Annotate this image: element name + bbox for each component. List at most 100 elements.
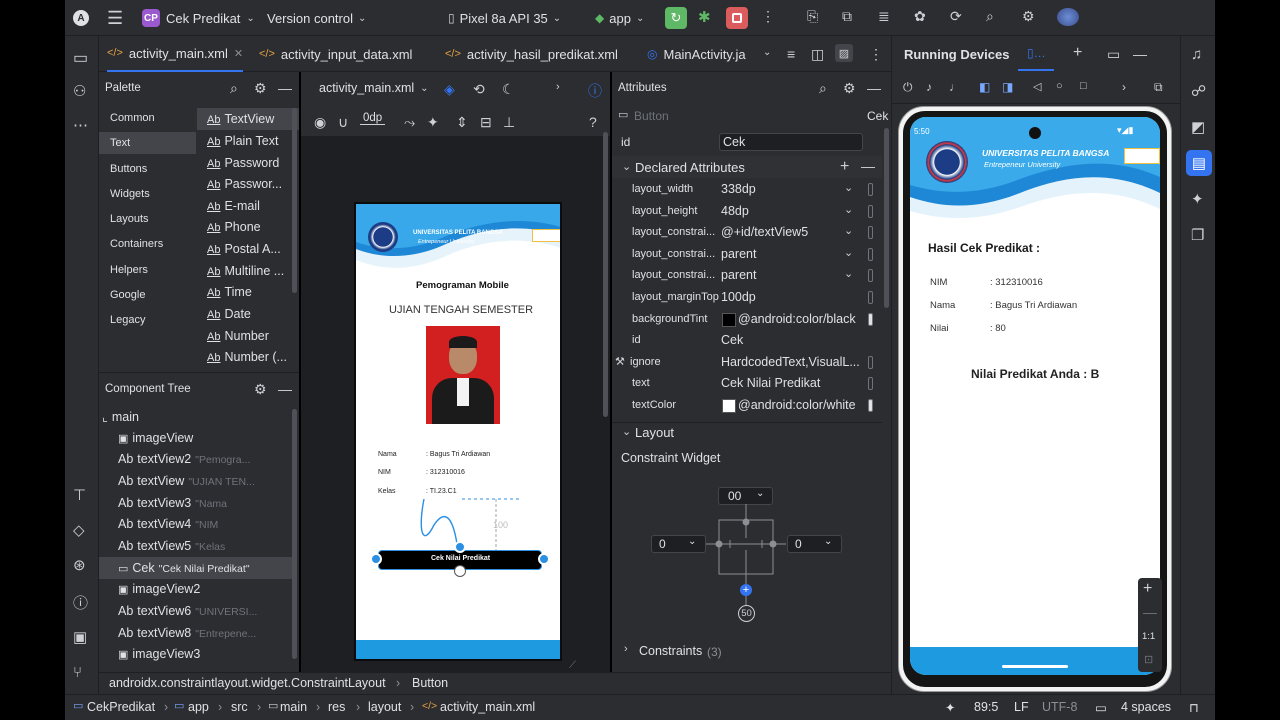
- git-icon[interactable]: ⑂: [73, 664, 82, 681]
- attr-edit-icon[interactable]: [868, 356, 873, 369]
- attr-row[interactable]: layout_constrai... parent ⌄: [612, 265, 891, 286]
- palette-item[interactable]: Ab Plain Text: [207, 134, 278, 148]
- code-view-icon[interactable]: ≡: [787, 46, 795, 62]
- remove-icon[interactable]: —: [861, 158, 875, 174]
- attr-value[interactable]: @android:color/white: [738, 398, 856, 412]
- search-icon[interactable]: ⌕: [986, 8, 994, 25]
- help-icon[interactable]: ?: [589, 114, 597, 130]
- palette-category[interactable]: Legacy: [110, 314, 145, 326]
- sparkle-icon[interactable]: ✦: [945, 700, 955, 715]
- back-icon[interactable]: ◁: [1033, 80, 1041, 93]
- sparkle-icon[interactable]: ✦: [1191, 190, 1204, 208]
- attr-edit-icon[interactable]: [868, 226, 873, 239]
- tab-activity-input-data[interactable]: </> activity_input_data.xml: [259, 36, 412, 72]
- stop-icon[interactable]: [726, 7, 748, 29]
- palette-item[interactable]: Ab E-mail: [207, 199, 260, 213]
- chevron-right-icon[interactable]: ›: [1122, 80, 1126, 94]
- resize-handle-icon[interactable]: ⟋: [569, 660, 576, 671]
- constraint-handle-left[interactable]: [370, 553, 382, 565]
- palette-item[interactable]: Ab Time: [207, 285, 252, 299]
- cursor-position[interactable]: 89:5: [974, 700, 998, 714]
- chevron-right-icon[interactable]: ›: [556, 81, 560, 93]
- attr-value[interactable]: parent: [721, 268, 756, 282]
- breadcrumb-item[interactable]: Button: [412, 676, 448, 690]
- tree-node[interactable]: Ab textView5 "Kelas: [118, 539, 225, 553]
- settings-icon[interactable]: ⚙: [254, 80, 267, 97]
- minimize-icon[interactable]: —: [867, 80, 881, 96]
- constraint-handle-bottom[interactable]: [454, 565, 466, 577]
- gesture-bar[interactable]: [1002, 665, 1068, 668]
- sync-icon[interactable]: ⟳: [950, 8, 962, 25]
- indent-setting[interactable]: 4 spaces: [1121, 700, 1171, 714]
- palette-item[interactable]: Ab Number: [207, 329, 269, 343]
- version-control-selector[interactable]: Version control ⌄: [267, 7, 366, 29]
- chevron-down-icon[interactable]: ⌄: [844, 246, 853, 259]
- chevron-right-icon[interactable]: ›: [624, 643, 628, 655]
- palette-category[interactable]: Text: [110, 137, 130, 149]
- tab-activity-hasil-predikat[interactable]: </> activity_hasil_predikat.xml: [445, 36, 618, 72]
- infer-constraints-icon[interactable]: ✦: [427, 114, 439, 131]
- window-icon[interactable]: ▭: [1107, 46, 1120, 63]
- file-selector[interactable]: activity_main.xml ⌄: [319, 81, 429, 95]
- gem-icon[interactable]: ◇: [73, 521, 85, 539]
- chevron-down-icon[interactable]: ⌄: [844, 267, 853, 280]
- color-swatch-white[interactable]: [722, 399, 736, 413]
- chevron-down-icon[interactable]: ⌄: [844, 203, 853, 216]
- attr-edit-icon[interactable]: [868, 205, 873, 218]
- add-constraint-icon[interactable]: +: [740, 584, 752, 596]
- project-selector[interactable]: CP Cek Predikat ⌄: [142, 7, 255, 29]
- structure-icon[interactable]: ⚇: [73, 82, 86, 100]
- search-icon[interactable]: ⌕: [819, 80, 827, 97]
- constraint-widget-diagram[interactable]: [686, 504, 806, 614]
- palette-category[interactable]: Widgets: [110, 188, 150, 200]
- tree-node[interactable]: Ab textView2 "Pemogra...: [118, 452, 250, 466]
- attributes-scrollbar[interactable]: [884, 128, 889, 308]
- palette-category[interactable]: Helpers: [110, 264, 148, 276]
- tree-node[interactable]: ▣ imageView2: [118, 582, 200, 596]
- status-path-item[interactable]: src: [231, 700, 248, 714]
- phone-screen[interactable]: 5:50 ▾◢▮ UNIVERSITAS PELITA BANGSA Entre…: [910, 117, 1160, 675]
- status-path-item[interactable]: app: [188, 700, 209, 714]
- chevron-down-icon[interactable]: ⌄: [844, 181, 853, 194]
- rotate-right-icon[interactable]: ◨: [1002, 80, 1013, 94]
- attr-edit-icon[interactable]: [868, 313, 873, 326]
- clear-constraints-icon[interactable]: ⤳: [404, 114, 415, 131]
- rotate-left-icon[interactable]: ◧: [979, 80, 990, 94]
- minimize-icon[interactable]: —: [278, 381, 292, 397]
- attr-edit-icon[interactable]: [868, 183, 873, 196]
- screenshot-icon[interactable]: ⧉: [1154, 80, 1163, 95]
- logcat-icon[interactable]: ≣: [878, 8, 890, 25]
- chevron-down-icon[interactable]: ⌄: [763, 47, 771, 58]
- device-explorer-icon[interactable]: ❐: [1191, 226, 1204, 244]
- problems-icon[interactable]: ⓘ: [73, 592, 88, 613]
- attr-edit-icon[interactable]: [868, 377, 873, 390]
- tree-node[interactable]: Ab textView3 "Nama: [118, 496, 227, 510]
- top-margin-select[interactable]: [718, 487, 773, 505]
- tree-node[interactable]: Ab textView6 "UNIVERSI...: [118, 604, 257, 618]
- tree-node[interactable]: Ab textView8 "Entrepene...: [118, 626, 256, 640]
- volume-down-icon[interactable]: ♩: [949, 80, 961, 94]
- layout-preview[interactable]: UNIVERSITAS PELITA BANGSA Entrepeneur Un…: [354, 202, 562, 661]
- status-path-item[interactable]: layout: [368, 700, 401, 714]
- attr-edit-icon[interactable]: [868, 248, 873, 261]
- android-studio-icon[interactable]: A: [73, 10, 89, 26]
- more-icon[interactable]: ⋮: [869, 46, 883, 63]
- attr-row[interactable]: backgroundTint @android:color/black: [612, 309, 891, 330]
- palette-category[interactable]: Buttons: [110, 163, 147, 175]
- palette-item[interactable]: Ab Password: [207, 156, 279, 170]
- more-icon[interactable]: ⋮: [761, 8, 775, 25]
- search-icon[interactable]: ⌕: [230, 80, 238, 97]
- line-separator[interactable]: LF: [1014, 700, 1029, 714]
- folder-icon[interactable]: ▭: [73, 48, 88, 68]
- attr-edit-icon[interactable]: [868, 269, 873, 282]
- constraint-handle-right[interactable]: [538, 553, 550, 565]
- minimize-icon[interactable]: —: [1133, 46, 1147, 62]
- palette-scrollbar[interactable]: [292, 108, 297, 293]
- palette-item[interactable]: Ab Postal A...: [207, 242, 281, 256]
- status-path-item[interactable]: activity_main.xml: [440, 700, 535, 714]
- attr-value[interactable]: 48dp: [721, 204, 749, 218]
- design-view-icon[interactable]: ▨: [835, 44, 853, 62]
- pack-icon[interactable]: ⇕: [456, 114, 468, 131]
- avatar[interactable]: [1057, 8, 1079, 26]
- orientation-icon[interactable]: ⟲: [473, 81, 485, 98]
